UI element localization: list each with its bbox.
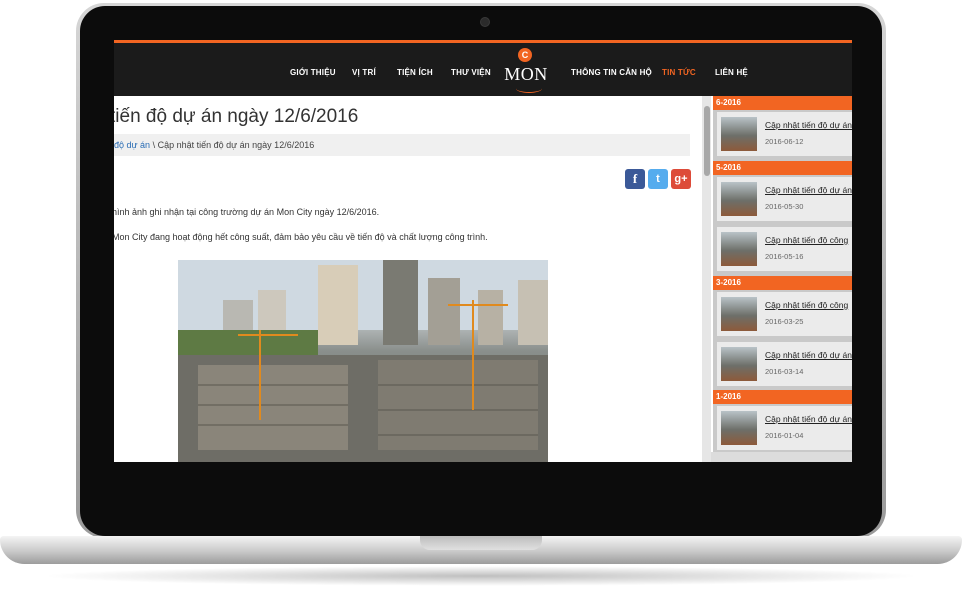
nav-tin-tuc[interactable]: TIN TỨC — [662, 68, 696, 77]
month-header[interactable]: 3-2016 — [713, 276, 852, 290]
construction-photo — [178, 260, 548, 462]
post-date: 2016-05-16 — [765, 252, 804, 261]
sidebar-post[interactable]: Cập nhật tiến độ dự án 2016-01-04 — [717, 406, 852, 450]
logo-swoosh-icon — [516, 84, 542, 93]
page-title: tiến độ dự án ngày 12/6/2016 — [114, 106, 359, 127]
post-title[interactable]: Cập nhật tiến độ dự án — [765, 414, 852, 424]
nav-thu-vien[interactable]: THƯ VIỆN — [451, 68, 491, 77]
post-thumbnail[interactable] — [721, 117, 757, 151]
post-thumbnail[interactable] — [721, 347, 757, 381]
post-title[interactable]: Cập nhật tiến độ công — [765, 235, 848, 245]
breadcrumb-link[interactable]: độ dự án — [114, 140, 150, 150]
twitter-icon[interactable]: t — [648, 169, 668, 189]
laptop-shadow — [40, 566, 922, 586]
logo-text: MON — [504, 64, 548, 84]
post-thumbnail[interactable] — [721, 182, 757, 216]
nav-lien-he[interactable]: LIÊN HỆ — [715, 68, 748, 77]
post-date: 2016-06-12 — [765, 137, 804, 146]
sidebar-post[interactable]: Cập nhật tiến độ công 2016-05-16 — [717, 227, 852, 271]
main-navbar: GIỚI THIỆU VỊ TRÍ TIỆN ÍCH THƯ VIỆN C MO… — [114, 43, 852, 96]
nav-gioi-thieu[interactable]: GIỚI THIỆU — [290, 68, 336, 77]
post-thumbnail[interactable] — [721, 297, 757, 331]
webcam-icon — [481, 18, 489, 26]
post-thumbnail[interactable] — [721, 232, 757, 266]
browser-screen: GIỚI THIỆU VỊ TRÍ TIỆN ÍCH THƯ VIỆN C MO… — [114, 40, 852, 462]
page-scrollbar-thumb[interactable] — [704, 106, 710, 176]
sidebar-horizontal-scrollbar[interactable] — [711, 452, 852, 462]
breadcrumb-current: Cập nhật tiến độ dự án ngày 12/6/2016 — [157, 140, 315, 150]
facebook-icon[interactable]: f — [625, 169, 645, 189]
construction-photo-illustration — [178, 260, 548, 462]
sidebar-post[interactable]: Cập nhật tiến độ dự án 2016-05-30 — [717, 177, 852, 221]
breadcrumb-separator: \ — [150, 140, 158, 150]
month-header[interactable]: 5-2016 — [713, 161, 852, 175]
nav-vi-tri[interactable]: VỊ TRÍ — [352, 68, 376, 77]
post-title[interactable]: Cập nhật tiến độ công — [765, 300, 848, 310]
post-title[interactable]: Cập nhật tiến độ dự án — [765, 350, 852, 360]
breadcrumb: độ dự án \ Cập nhật tiến độ dự án ngày 1… — [114, 134, 690, 156]
sidebar-post[interactable]: Cập nhật tiến độ dự án 2016-03-14 — [717, 342, 852, 386]
post-date: 2016-03-25 — [765, 317, 804, 326]
post-date: 2016-05-30 — [765, 202, 804, 211]
month-header[interactable]: 1-2016 — [713, 390, 852, 404]
month-header[interactable]: 6-2016 — [713, 96, 852, 110]
post-title[interactable]: Cập nhật tiến độ dự án — [765, 120, 852, 130]
sidebar-post[interactable]: Cập nhật tiến độ công 2016-03-25 — [717, 292, 852, 336]
nav-tien-ich[interactable]: TIỆN ÍCH — [397, 68, 433, 77]
laptop-notch — [420, 536, 542, 550]
news-sidebar: 6-2016 Cập nhật tiến độ dự án 2016-06-12… — [713, 96, 852, 462]
mon-city-logo[interactable]: C MON — [504, 46, 548, 94]
article-paragraph-1: hình ảnh ghi nhận tại công trường dự án … — [114, 207, 380, 217]
nav-thong-tin-can-ho[interactable]: THÔNG TIN CĂN HỘ — [571, 68, 652, 77]
post-title[interactable]: Cập nhật tiến độ dự án — [765, 185, 852, 195]
post-thumbnail[interactable] — [721, 411, 757, 445]
google-plus-icon[interactable]: g+ — [671, 169, 691, 189]
sidebar-post[interactable]: Cập nhật tiến độ dự án 2016-06-12 — [717, 112, 852, 156]
logo-emblem-icon: C — [518, 48, 532, 62]
post-date: 2016-03-14 — [765, 367, 804, 376]
post-date: 2016-01-04 — [765, 431, 804, 440]
article-paragraph-2: Mon City đang hoạt động hết công suất, đ… — [114, 232, 488, 242]
